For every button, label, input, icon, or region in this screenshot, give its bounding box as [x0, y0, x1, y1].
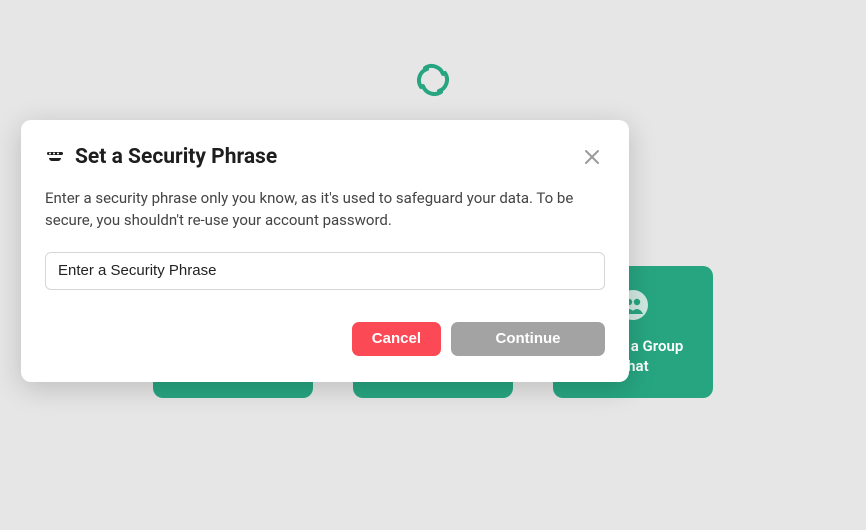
dialog-actions: Cancel Continue [45, 322, 605, 356]
close-icon [583, 148, 601, 166]
security-phrase-dialog: Set a Security Phrase Enter a security p… [21, 120, 629, 382]
dialog-header: Set a Security Phrase [45, 144, 605, 170]
element-logo-icon [413, 60, 453, 100]
dialog-description: Enter a security phrase only you know, a… [45, 188, 605, 232]
security-phrase-input[interactable] [45, 252, 605, 290]
secure-key-icon [45, 147, 65, 167]
dialog-close-button[interactable] [579, 144, 605, 170]
continue-button[interactable]: Continue [451, 322, 605, 356]
cancel-button[interactable]: Cancel [352, 322, 441, 356]
dialog-title: Set a Security Phrase [75, 145, 569, 169]
